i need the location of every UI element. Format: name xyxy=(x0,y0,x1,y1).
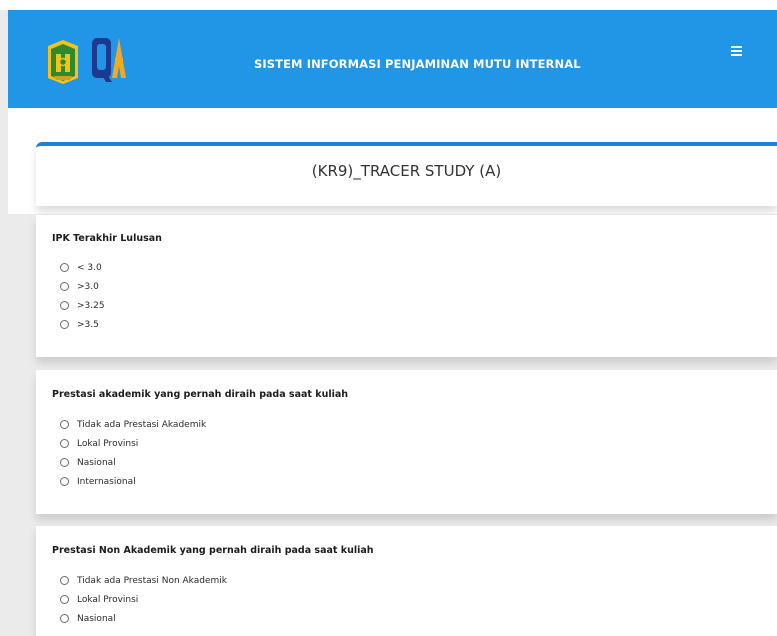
form-title-card: (KR9)_TRACER STUDY (A) xyxy=(36,142,777,206)
option-label: Lokal Provinsi xyxy=(77,594,139,605)
radio-button[interactable] xyxy=(60,282,69,291)
option-list: < 3.0 >3.0 >3.25 >3.5 xyxy=(60,258,105,334)
option-label: Tidak ada Prestasi Akademik xyxy=(77,419,207,430)
radio-button[interactable] xyxy=(60,614,69,623)
radio-button[interactable] xyxy=(60,458,69,467)
radio-option[interactable]: >3.25 xyxy=(60,296,105,315)
radio-button[interactable] xyxy=(60,576,69,585)
radio-option[interactable]: Tidak ada Prestasi Non Akademik xyxy=(60,571,227,590)
option-label: < 3.0 xyxy=(77,262,102,273)
radio-option[interactable]: >3.5 xyxy=(60,315,105,334)
radio-button[interactable] xyxy=(60,595,69,604)
radio-button[interactable] xyxy=(60,420,69,429)
option-label: Nasional xyxy=(77,613,116,624)
university-logo-icon xyxy=(48,40,78,84)
question-title: Prestasi Non Akademik yang pernah diraih… xyxy=(52,545,374,556)
question-title: Prestasi akademik yang pernah diraih pad… xyxy=(52,389,349,400)
app-header: SISTEM INFORMASI PENJAMINAN MUTU INTERNA… xyxy=(8,10,777,108)
option-label: Nasional xyxy=(77,457,116,468)
radio-option[interactable]: Lokal Provinsi xyxy=(60,590,227,609)
radio-button[interactable] xyxy=(60,477,69,486)
question-title: IPK Terakhir Lulusan xyxy=(52,233,162,244)
question-card-prestasi-non-akademik: Prestasi Non Akademik yang pernah diraih… xyxy=(36,526,777,636)
top-strip xyxy=(0,0,777,10)
option-label: Tidak ada Prestasi Non Akademik xyxy=(77,575,227,586)
radio-button[interactable] xyxy=(60,301,69,310)
radio-button[interactable] xyxy=(60,439,69,448)
radio-option[interactable]: Tidak ada Prestasi Akademik xyxy=(60,415,206,434)
radio-button[interactable] xyxy=(60,320,69,329)
radio-option[interactable]: >3.0 xyxy=(60,277,105,296)
option-label: Lokal Provinsi xyxy=(77,438,139,449)
form-title: (KR9)_TRACER STUDY (A) xyxy=(311,162,502,180)
radio-option[interactable]: Lokal Provinsi xyxy=(60,434,206,453)
logo-group xyxy=(44,34,130,86)
option-label: >3.5 xyxy=(77,319,99,330)
radio-option[interactable]: Nasional xyxy=(60,609,227,628)
radio-option[interactable]: < 3.0 xyxy=(60,258,105,277)
question-card-ipk: IPK Terakhir Lulusan < 3.0 >3.0 >3.25 >3… xyxy=(36,215,777,357)
radio-button[interactable] xyxy=(60,263,69,272)
option-label: Internasional xyxy=(77,476,136,487)
radio-option[interactable]: Nasional xyxy=(60,453,206,472)
hamburger-menu-icon[interactable] xyxy=(730,44,746,58)
option-list: Tidak ada Prestasi Non Akademik Lokal Pr… xyxy=(60,571,227,628)
radio-option[interactable]: Internasional xyxy=(60,472,206,491)
option-label: >3.25 xyxy=(77,300,105,311)
option-label: >3.0 xyxy=(77,281,99,292)
option-list: Tidak ada Prestasi Akademik Lokal Provin… xyxy=(60,415,206,491)
qa-logo-icon xyxy=(92,38,126,82)
app-title: SISTEM INFORMASI PENJAMINAN MUTU INTERNA… xyxy=(254,57,581,71)
question-card-prestasi-akademik: Prestasi akademik yang pernah diraih pad… xyxy=(36,370,777,514)
